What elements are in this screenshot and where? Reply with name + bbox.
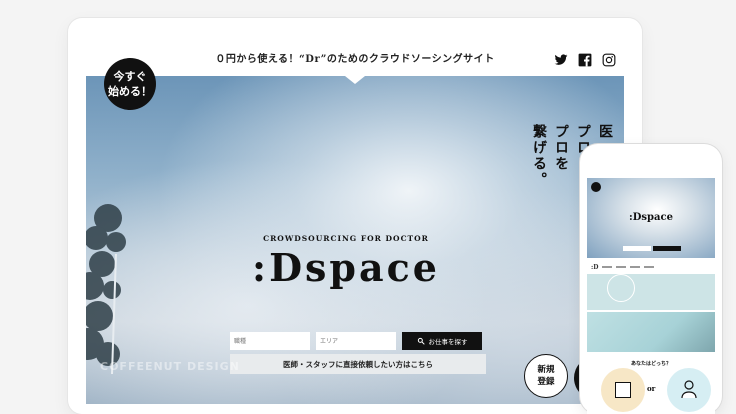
clock-icon [607,274,635,302]
mobile-nav-item[interactable] [630,266,641,268]
job-type-input[interactable] [230,332,310,350]
logo-subtitle: CROWDSOURCING FOR DOCTOR [263,234,429,243]
register-badge[interactable]: 新規 登録 [524,354,568,398]
logo-block: CROWDSOURCING FOR DOCTOR :Dspace [226,234,466,290]
social-links [554,52,616,67]
mobile-screen: :Dspace :D あなたはどっち？ or [587,178,715,414]
mobile-or-label: or [647,384,656,393]
instagram-icon[interactable] [602,52,616,67]
mobile-nav: :D [587,262,715,272]
start-now-badge[interactable]: 今すぐ 始める！ [104,58,156,110]
mobile-input-1[interactable] [623,246,651,251]
area-input[interactable] [316,332,396,350]
top-bar: ０円から使える！“Dr”のためのクラウドソーシングサイト [86,44,624,76]
mobile-start-badge[interactable] [591,182,601,192]
twitter-icon[interactable] [554,52,568,66]
desktop-screen: ０円から使える！“Dr”のためのクラウドソーシングサイト 今すぐ 始める！ 医 … [86,44,624,404]
hospital-icon [615,382,631,398]
mobile-section-teal-1 [587,274,715,310]
direct-request-button[interactable]: 医師・スタッフに直接依頼したい方はこちら [230,354,486,374]
search-jobs-label: お仕事を探す [428,338,468,346]
site-tagline: ０円から使える！“Dr”のためのクラウドソーシングサイト [215,54,495,65]
mobile-logo: :Dspace [629,212,673,223]
mobile-question: あなたはどっち？ [630,361,671,367]
search-jobs-button[interactable]: お仕事を探す [402,332,482,350]
doctor-icon [681,380,697,398]
search-icon [417,337,425,345]
mobile-section-teal-2 [587,312,715,352]
job-search-form: お仕事を探す [230,332,486,350]
hero-notch [345,76,365,84]
mobile-nav-item[interactable] [644,266,655,268]
tree-silhouette [86,204,126,374]
mobile-nav-item[interactable] [616,266,627,268]
watermark: COFFEENUT DESIGN [100,360,240,373]
mobile-search-button[interactable] [653,246,681,251]
mobile-nav-item[interactable] [602,266,613,268]
site-logo: :Dspace [252,245,440,290]
facebook-icon[interactable] [578,52,592,67]
mobile-nav-logo: :D [591,263,599,271]
